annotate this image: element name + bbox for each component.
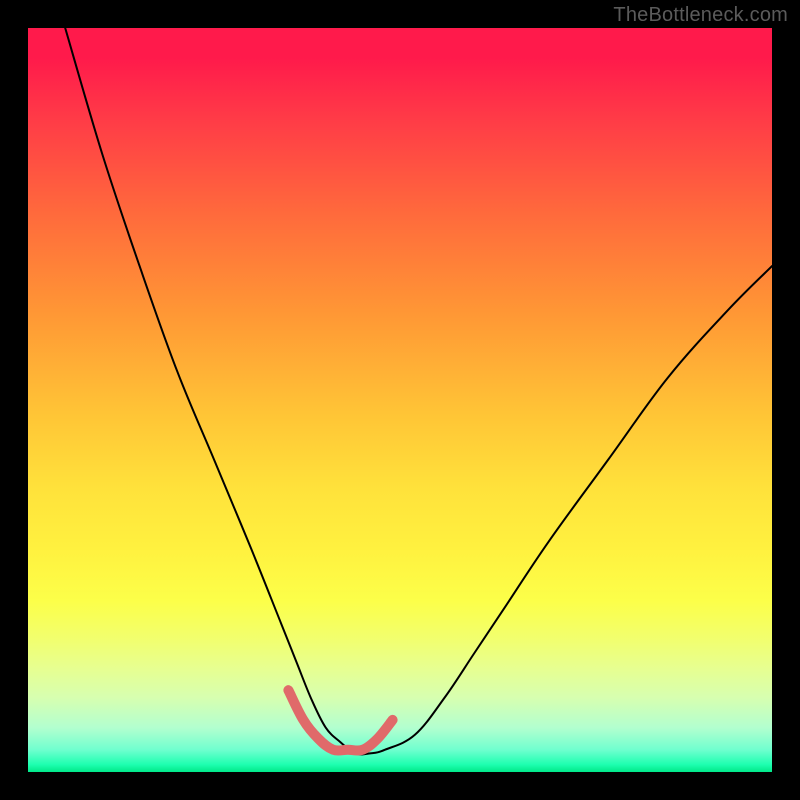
watermark-text: TheBottleneck.com [613,4,788,27]
plot-area [28,28,772,772]
black-curve [65,28,772,754]
chart-frame: TheBottleneck.com [0,0,800,800]
curve-layer [28,28,772,772]
